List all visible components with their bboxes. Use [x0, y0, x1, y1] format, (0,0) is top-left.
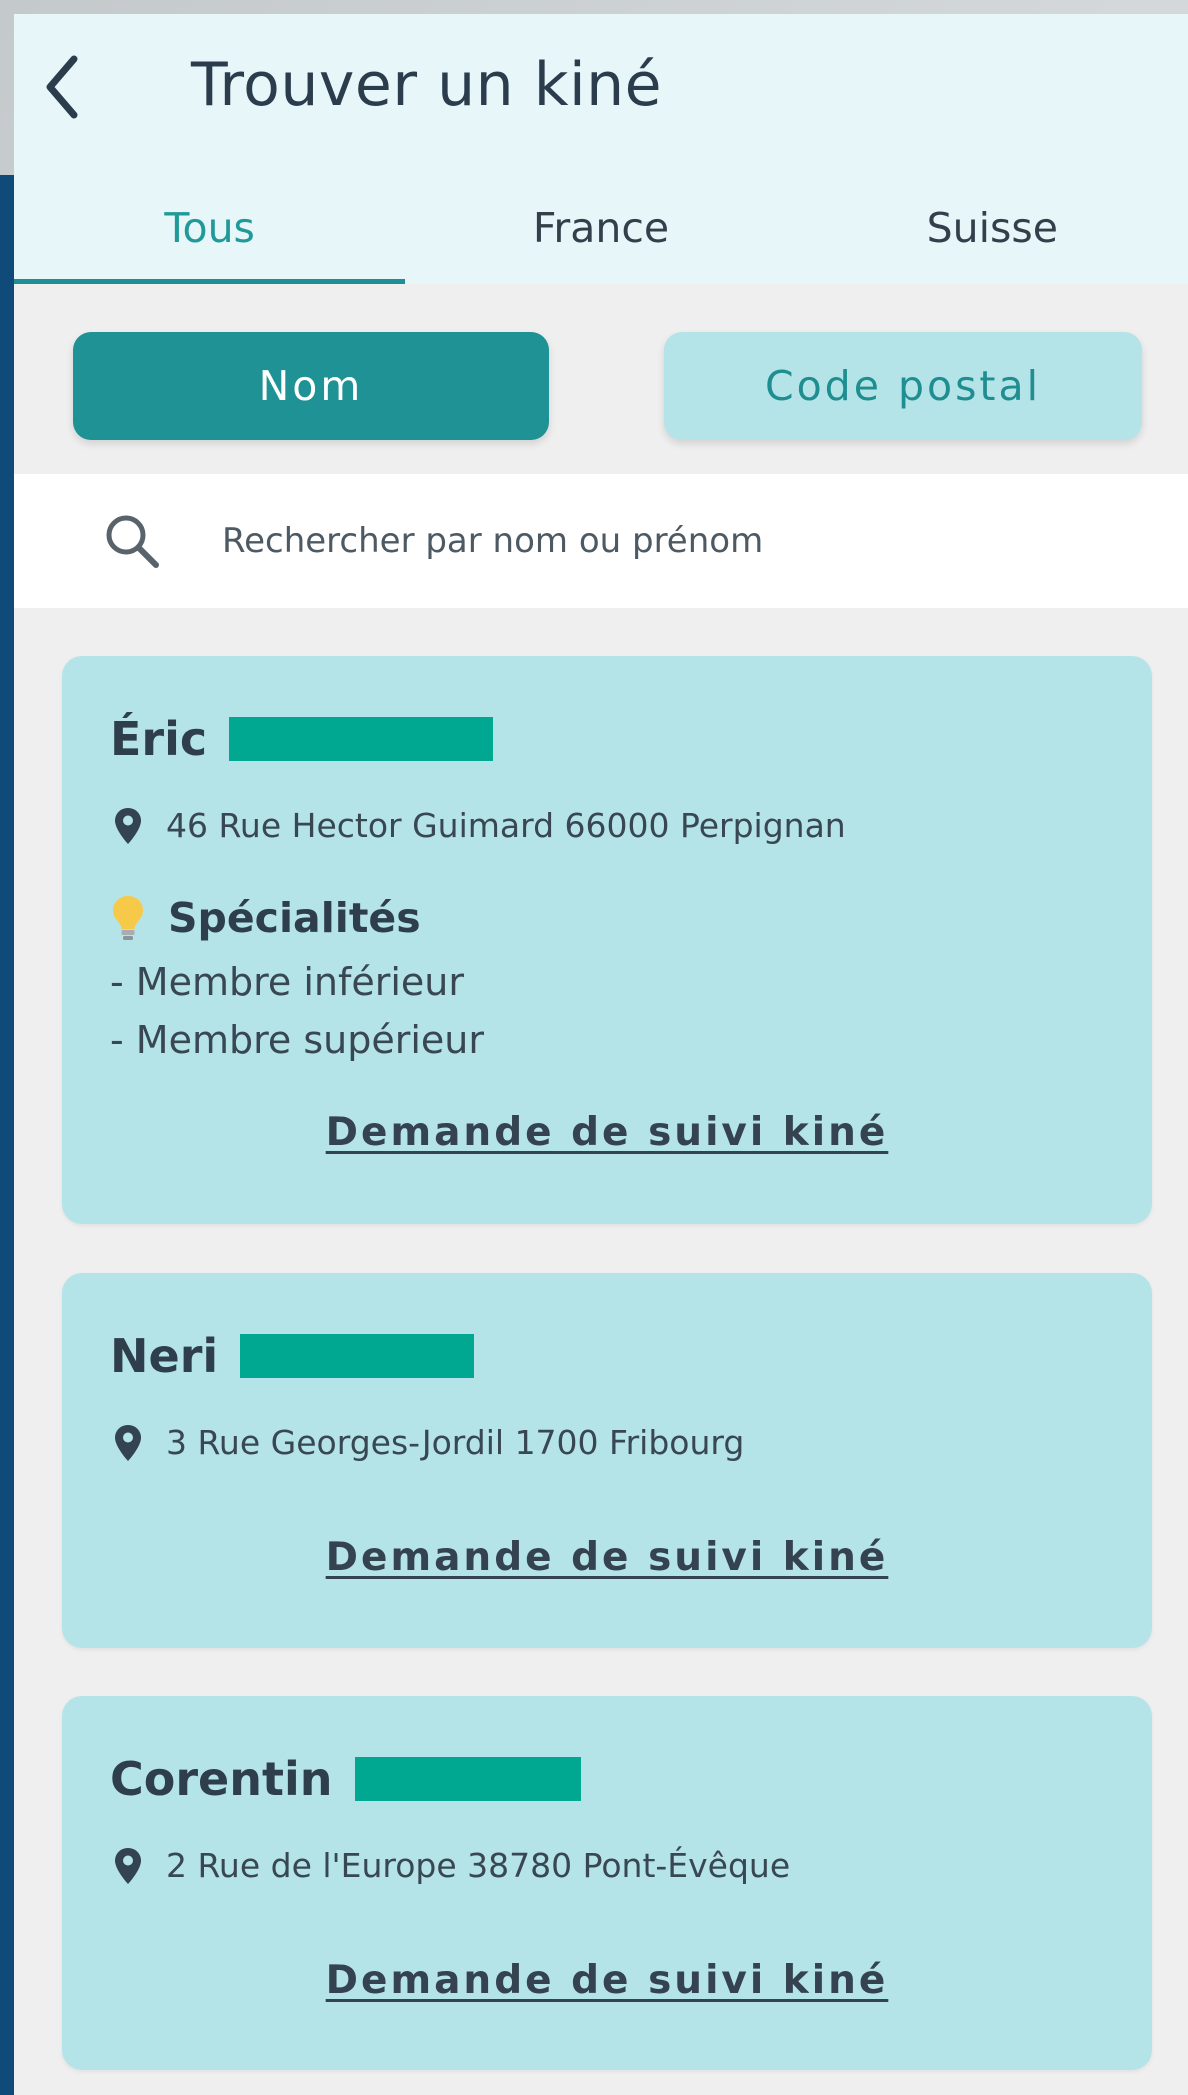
code-postal-button[interactable]: Code postal [664, 332, 1142, 440]
address-row: 2 Rue de l'Europe 38780 Pont-Évêque [114, 1846, 790, 1885]
search-mode-toggle: Nom Code postal [14, 284, 1188, 474]
page-title: Trouver un kiné [191, 50, 663, 120]
map-pin-icon [115, 1424, 141, 1461]
list-item: Neri 3 Rue Georges-Jordil 1700 Fribourg … [62, 1273, 1152, 1648]
tab-france[interactable]: France [405, 184, 796, 284]
tab-tous[interactable]: Tous [14, 184, 406, 284]
map-pin-icon [115, 1847, 141, 1884]
nom-button[interactable]: Nom [73, 332, 549, 440]
header: Trouver un kiné Tous France Suisse [14, 14, 1188, 284]
tab-suisse[interactable]: Suisse [797, 184, 1188, 284]
search-bar [14, 474, 1188, 608]
chevron-left-icon[interactable] [38, 52, 86, 122]
map-pin-icon [115, 807, 141, 844]
tab-bar: Tous France Suisse [14, 184, 1188, 284]
address-text: 2 Rue de l'Europe 38780 Pont-Évêque [166, 1846, 791, 1885]
kine-first-name: Neri [110, 1329, 219, 1383]
address-text: 46 Rue Hector Guimard 66000 Perpignan [166, 806, 846, 845]
list-item: Éric 46 Rue Hector Guimard 66000 Perpign… [62, 656, 1152, 1224]
demande-suivi-link[interactable]: Demande de suivi kiné [62, 1958, 1152, 2003]
app-screen: Trouver un kiné Tous France Suisse Nom C… [14, 14, 1188, 2095]
specialty-item: - Membre inférieur [110, 960, 465, 1004]
search-input[interactable] [222, 521, 1022, 561]
lightbulb-icon [113, 896, 143, 940]
background-strip [0, 175, 14, 2095]
redacted-last-name [229, 717, 494, 761]
redacted-last-name [354, 1757, 581, 1801]
demande-suivi-link[interactable]: Demande de suivi kiné [62, 1535, 1152, 1580]
redacted-last-name [240, 1334, 475, 1378]
address-row: 3 Rue Georges-Jordil 1700 Fribourg [114, 1423, 744, 1462]
specialties-header: Spécialités [110, 894, 421, 942]
specialties-title: Spécialités [168, 894, 421, 942]
kine-name-row: Éric [110, 712, 494, 766]
search-icon [106, 515, 159, 568]
address-row: 46 Rue Hector Guimard 66000 Perpignan [114, 806, 846, 845]
kine-name-row: Corentin [110, 1752, 581, 1806]
list-item: Corentin 2 Rue de l'Europe 38780 Pont-Év… [62, 1696, 1152, 2070]
kine-first-name: Corentin [110, 1752, 333, 1806]
kine-first-name: Éric [110, 712, 208, 766]
specialty-item: - Membre supérieur [110, 1018, 484, 1062]
demande-suivi-link[interactable]: Demande de suivi kiné [62, 1110, 1152, 1155]
kine-name-row: Neri [110, 1329, 475, 1383]
address-text: 3 Rue Georges-Jordil 1700 Fribourg [166, 1423, 745, 1462]
photo-frame: Trouver un kiné Tous France Suisse Nom C… [0, 0, 1188, 2095]
